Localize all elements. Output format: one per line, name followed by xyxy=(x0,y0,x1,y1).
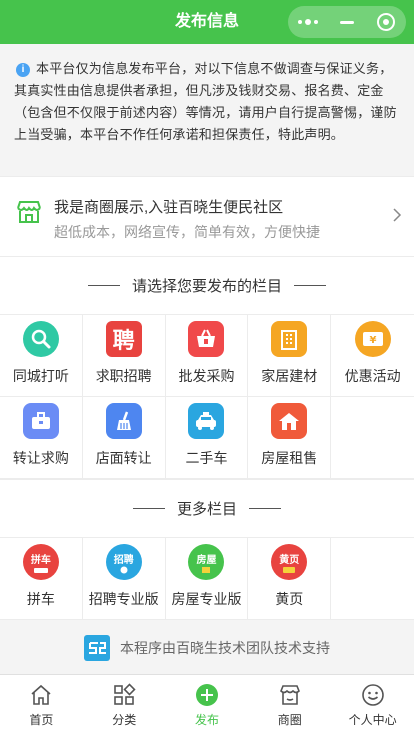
badge-text: 房屋 xyxy=(196,554,217,566)
briefcase-icon xyxy=(22,403,59,439)
divider-line xyxy=(249,508,281,509)
category-item-store-transfer[interactable]: 店面转让 xyxy=(82,397,166,479)
top-nav-bar: 发布信息 xyxy=(0,0,414,44)
section-title: 更多栏目 xyxy=(176,501,237,518)
info-icon: i xyxy=(16,63,30,77)
category-item-promotions[interactable]: ¥ 优惠活动 xyxy=(331,315,414,397)
house-pro-icon: 房屋 xyxy=(188,544,225,580)
merchant-entry[interactable]: 我是商圈展示,入驻百晓生便民社区 超低成本，网络宣传，简单有效，方便快捷 xyxy=(0,176,414,256)
coupon-icon: ¥ xyxy=(354,321,391,357)
home-icon xyxy=(31,684,51,705)
disclaimer-notice: i 本平台仅为信息发布平台，对以下信息不做调查与保证义务，其真实性由信息提供者承… xyxy=(0,44,414,176)
close-mini-program-button[interactable] xyxy=(367,6,406,38)
category-label: 优惠活动 xyxy=(344,368,401,384)
category-label: 转让求购 xyxy=(12,450,69,466)
category-label: 房屋租售 xyxy=(261,450,318,466)
section-title: 请选择您要发布的栏目 xyxy=(131,278,282,295)
category-label: 批发采购 xyxy=(178,368,235,384)
tab-label: 分类 xyxy=(112,713,137,727)
category-item-recruitment[interactable]: 聘 求职招聘 xyxy=(82,315,166,397)
category-item-home-building[interactable]: 家居建材 xyxy=(248,315,332,397)
mini-program-capsule xyxy=(288,6,406,38)
category-label: 黄页 xyxy=(275,591,304,607)
team-logo-icon xyxy=(84,635,110,661)
category-label: 二手车 xyxy=(185,450,228,466)
category-grid-main: 同城打听 聘 求职招聘 批发采购 家居建材 ¥ 优惠活动 转让求购 店面转让 二… xyxy=(0,314,414,479)
tab-profile[interactable]: 个人中心 xyxy=(331,675,414,736)
building-icon xyxy=(271,321,308,357)
category-label: 店面转让 xyxy=(95,450,152,466)
tab-label: 商圈 xyxy=(277,713,302,727)
basket-icon xyxy=(188,321,225,357)
tab-category[interactable]: 分类 xyxy=(83,675,166,736)
tab-label: 个人中心 xyxy=(348,713,397,727)
search-icon xyxy=(22,321,59,357)
category-item-transfer-purchase[interactable]: 转让求购 xyxy=(0,397,83,479)
category-item-local-inquiry[interactable]: 同城打听 xyxy=(0,315,83,397)
category-item-house-pro[interactable]: 房屋 房屋专业版 xyxy=(165,538,249,620)
taxi-icon xyxy=(188,403,225,439)
category-label: 拼车 xyxy=(26,591,55,607)
publish-icon xyxy=(195,684,218,706)
category-item-used-car[interactable]: 二手车 xyxy=(165,397,249,479)
category-label: 求职招聘 xyxy=(95,368,152,384)
category-grid-more: 拼车 拼车 招聘 招聘专业版 房屋 房屋专业版 黄页 黄页 xyxy=(0,537,414,620)
profile-icon xyxy=(361,684,384,706)
tab-publish[interactable]: 发布 xyxy=(166,675,249,736)
category-item-carpool[interactable]: 拼车 拼车 xyxy=(0,538,83,620)
section-heading-main: 请选择您要发布的栏目 xyxy=(0,256,414,314)
empty-cell xyxy=(331,397,414,479)
category-label: 招聘专业版 xyxy=(88,591,159,607)
disclaimer-text: 本平台仅为信息发布平台，对以下信息不做调查与保证义务，其真实性由信息提供者承担，… xyxy=(14,61,397,142)
divider-line xyxy=(87,285,120,286)
section-heading-more: 更多栏目 xyxy=(0,479,414,537)
merchant-title: 我是商圈展示,入驻百晓生便民社区 xyxy=(54,199,284,216)
merchant-subtitle: 超低成本，网络宣传，简单有效，方便快捷 xyxy=(54,224,320,240)
category-label: 房屋专业版 xyxy=(171,591,242,607)
more-dots-icon xyxy=(297,19,318,25)
tab-label: 首页 xyxy=(29,713,54,727)
divider-line xyxy=(132,508,165,509)
chevron-right-icon xyxy=(393,208,402,222)
category-icon xyxy=(114,683,136,705)
recruit-icon: 聘 xyxy=(105,321,142,357)
tech-support-text: 本程序由百晓生技术团队技术支持 xyxy=(120,640,330,656)
tab-shop[interactable]: 商圈 xyxy=(248,675,331,736)
empty-cell xyxy=(331,538,414,620)
category-item-wholesale[interactable]: 批发采购 xyxy=(165,315,249,397)
carpool-icon: 拼车 xyxy=(22,544,59,580)
shop-icon xyxy=(279,685,300,705)
target-icon xyxy=(377,13,396,31)
broom-icon xyxy=(105,403,142,439)
minimize-button[interactable] xyxy=(327,6,366,38)
category-item-yellow-pages[interactable]: 黄页 黄页 xyxy=(248,538,332,620)
bottom-tab-bar: 首页 分类 发布 商圈 个人中心 xyxy=(0,674,414,736)
category-label: 同城打听 xyxy=(12,368,69,384)
tab-label: 发布 xyxy=(194,713,219,727)
tech-support-note: 本程序由百晓生技术团队技术支持 xyxy=(0,620,414,676)
badge-text: 招聘 xyxy=(113,554,134,566)
category-label: 家居建材 xyxy=(261,368,318,384)
recruit-pro-icon: 招聘 xyxy=(105,544,142,580)
badge-text: 黄页 xyxy=(279,554,300,566)
category-item-recruit-pro[interactable]: 招聘 招聘专业版 xyxy=(82,538,166,620)
svg-text:¥: ¥ xyxy=(369,335,376,346)
tab-home[interactable]: 首页 xyxy=(0,675,83,736)
minus-icon xyxy=(339,20,354,24)
divider-line xyxy=(294,285,326,286)
yellow-pages-icon: 黄页 xyxy=(271,544,308,580)
badge-text: 拼车 xyxy=(30,554,51,566)
house-icon xyxy=(271,403,308,439)
storefront-icon xyxy=(17,201,41,223)
category-item-housing[interactable]: 房屋租售 xyxy=(248,397,332,479)
more-button[interactable] xyxy=(288,6,327,38)
